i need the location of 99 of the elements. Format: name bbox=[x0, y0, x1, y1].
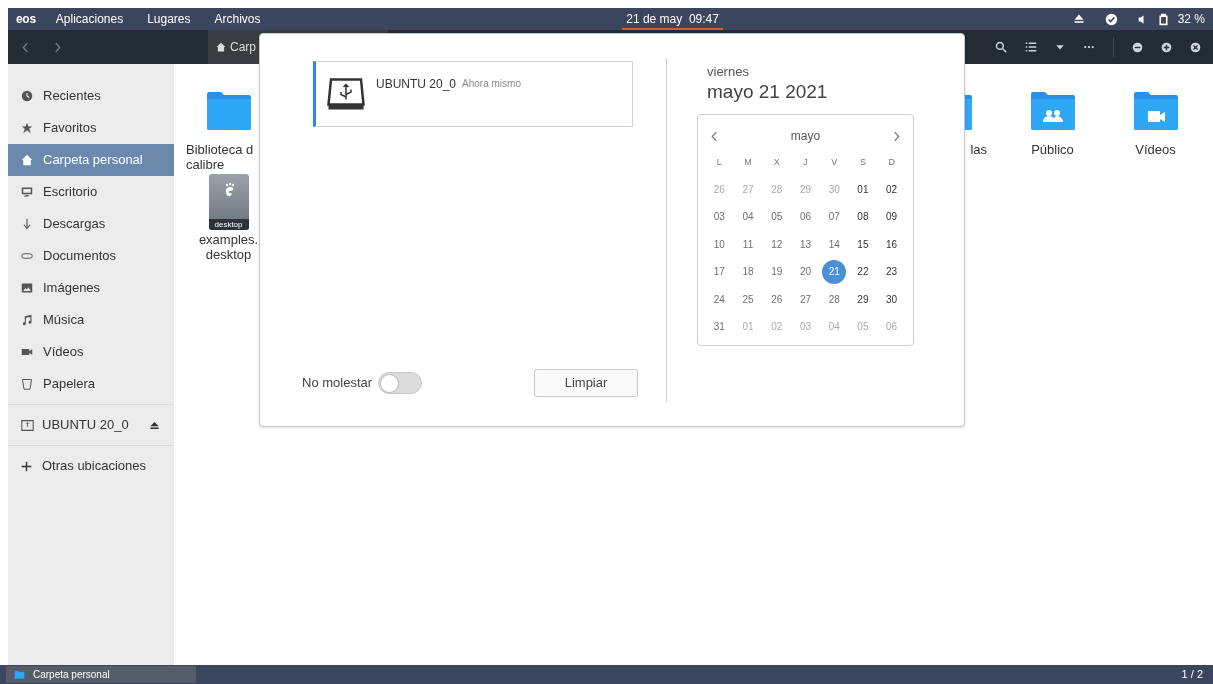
star-icon bbox=[21, 122, 33, 134]
file-label[interactable]: Público bbox=[1002, 142, 1103, 157]
calendar-day[interactable]: 10 bbox=[707, 232, 732, 256]
calendar-day[interactable]: 05 bbox=[764, 204, 789, 229]
previous-month-icon[interactable] bbox=[711, 130, 718, 142]
back-icon[interactable] bbox=[21, 41, 29, 53]
logo[interactable]: eos bbox=[8, 10, 44, 28]
calendar-day[interactable]: 19 bbox=[764, 259, 789, 284]
weekday-header: L bbox=[715, 156, 723, 169]
calendar-day[interactable]: 07 bbox=[822, 204, 847, 229]
battery-icon[interactable] bbox=[1156, 12, 1170, 26]
weekday-header: D bbox=[887, 156, 896, 169]
sidebar-item[interactable]: Música bbox=[8, 304, 174, 336]
close-icon[interactable] bbox=[1190, 41, 1201, 53]
weekday-header: J bbox=[802, 156, 809, 169]
folder-icon bbox=[1131, 90, 1180, 132]
home-icon bbox=[216, 42, 226, 52]
next-month-icon[interactable] bbox=[893, 130, 900, 142]
image-icon bbox=[21, 282, 33, 294]
menu-item[interactable]: Archivos bbox=[202, 8, 273, 30]
workspace-indicator[interactable]: 1 / 2 bbox=[1181, 666, 1213, 683]
menu-item[interactable]: Lugares bbox=[135, 8, 203, 30]
calendar-day[interactable]: 01 bbox=[850, 177, 875, 201]
weekday-label: viernes bbox=[707, 64, 750, 80]
camera-icon bbox=[21, 346, 33, 358]
calendar-day[interactable]: 06 bbox=[793, 204, 818, 229]
calendar-day[interactable]: 13 bbox=[793, 232, 818, 256]
calendar-day[interactable]: 26 bbox=[764, 287, 789, 311]
sidebar-item[interactable]: Favoritos bbox=[8, 112, 174, 144]
weekday-header: M bbox=[743, 156, 753, 169]
caret-icon[interactable] bbox=[1055, 42, 1065, 52]
plus-icon bbox=[21, 460, 32, 472]
sidebar-item[interactable]: Descargas bbox=[8, 208, 174, 240]
folder-icon bbox=[14, 669, 25, 680]
eject-icon[interactable] bbox=[149, 419, 160, 431]
calendar-day[interactable]: 11 bbox=[736, 232, 761, 256]
calendar-day[interactable]: 17 bbox=[707, 259, 732, 284]
file-label[interactable]: Vídeos bbox=[1105, 142, 1206, 157]
calendar-day[interactable]: 15 bbox=[850, 232, 875, 256]
calendar-day[interactable]: 31 bbox=[707, 314, 732, 339]
file-label[interactable]: Biblioteca d calibre bbox=[177, 142, 254, 172]
forward-icon[interactable] bbox=[53, 41, 61, 53]
calendar-day[interactable]: 25 bbox=[736, 287, 761, 311]
clear-button[interactable]: Limpiar bbox=[534, 369, 638, 397]
sidebar-item[interactable]: Imágenes bbox=[8, 272, 174, 304]
calendar-day[interactable]: 08 bbox=[850, 204, 875, 229]
calendar-day[interactable]: 30 bbox=[879, 287, 904, 311]
calendar-day[interactable]: 28 bbox=[822, 287, 847, 311]
notification-card[interactable]: UBUNTU 20_0 Ahora mismo bbox=[313, 61, 633, 127]
sidebar-item[interactable]: Papelera bbox=[8, 368, 174, 400]
calendar-day[interactable]: 02 bbox=[879, 177, 904, 201]
calendar-day[interactable]: 27 bbox=[793, 287, 818, 311]
calendar-day[interactable]: 29 bbox=[850, 287, 875, 311]
battery-percentage: 32 % bbox=[1177, 11, 1205, 28]
month-label: mayo bbox=[790, 128, 821, 145]
sidebar-item[interactable]: Carpeta personal bbox=[8, 144, 174, 176]
calendar-day[interactable]: 14 bbox=[822, 232, 847, 256]
file-type-label: desktop bbox=[208, 219, 249, 230]
music-icon bbox=[21, 314, 33, 326]
sidebar-item[interactable]: UBUNTU 20_0 bbox=[8, 409, 174, 441]
trash-icon bbox=[21, 378, 33, 390]
calendar-day[interactable]: 16 bbox=[879, 232, 904, 256]
calendar-day[interactable]: 18 bbox=[736, 259, 761, 284]
sidebar-item[interactable]: Escritorio bbox=[8, 176, 174, 208]
calendar-day[interactable]: 12 bbox=[764, 232, 789, 256]
calendar-day[interactable]: 20 bbox=[793, 259, 818, 284]
calendar-day[interactable]: 09 bbox=[879, 204, 904, 229]
monitor-icon bbox=[21, 186, 33, 198]
list-icon[interactable] bbox=[1025, 41, 1037, 53]
sidebar-item[interactable]: Documentos bbox=[8, 240, 174, 272]
weekday-header: X bbox=[772, 156, 781, 169]
calendar-day[interactable]: 04 bbox=[736, 204, 761, 229]
maximize-icon[interactable] bbox=[1161, 41, 1172, 53]
do-not-disturb-switch[interactable] bbox=[378, 372, 423, 394]
folder-icon bbox=[204, 90, 253, 132]
check-circle-icon[interactable] bbox=[1104, 12, 1118, 26]
do-not-disturb-label: No molestar bbox=[302, 374, 373, 393]
minimize-icon[interactable] bbox=[1132, 41, 1143, 53]
folder-icon bbox=[1028, 90, 1077, 132]
calendar-day[interactable]: 22 bbox=[850, 259, 875, 284]
calendar-day[interactable]: 24 bbox=[707, 287, 732, 311]
calendar-day[interactable]: 23 bbox=[879, 259, 904, 284]
menu-item[interactable]: Aplicaciones bbox=[43, 8, 136, 30]
drive-icon bbox=[21, 418, 34, 432]
home-icon bbox=[21, 154, 33, 166]
clock-icon bbox=[21, 90, 33, 102]
taskbar-window-button[interactable]: Carpeta personal bbox=[6, 666, 196, 683]
eject-icon[interactable] bbox=[1072, 13, 1085, 25]
weekday-header: S bbox=[858, 156, 867, 169]
notification-time: Ahora mismo bbox=[462, 77, 521, 91]
calendar-day[interactable]: 03 bbox=[707, 204, 732, 229]
file-label[interactable]: las bbox=[962, 142, 1001, 157]
sidebar-item[interactable]: Recientes bbox=[8, 80, 174, 112]
notification-title: UBUNTU 20_0 bbox=[376, 76, 457, 93]
sidebar-item[interactable]: Otras ubicaciones bbox=[8, 450, 174, 482]
search-icon[interactable] bbox=[995, 41, 1007, 53]
weekday-header: V bbox=[830, 156, 839, 169]
date-heading: mayo 21 2021 bbox=[707, 80, 829, 104]
sidebar-item[interactable]: Vídeos bbox=[8, 336, 174, 368]
